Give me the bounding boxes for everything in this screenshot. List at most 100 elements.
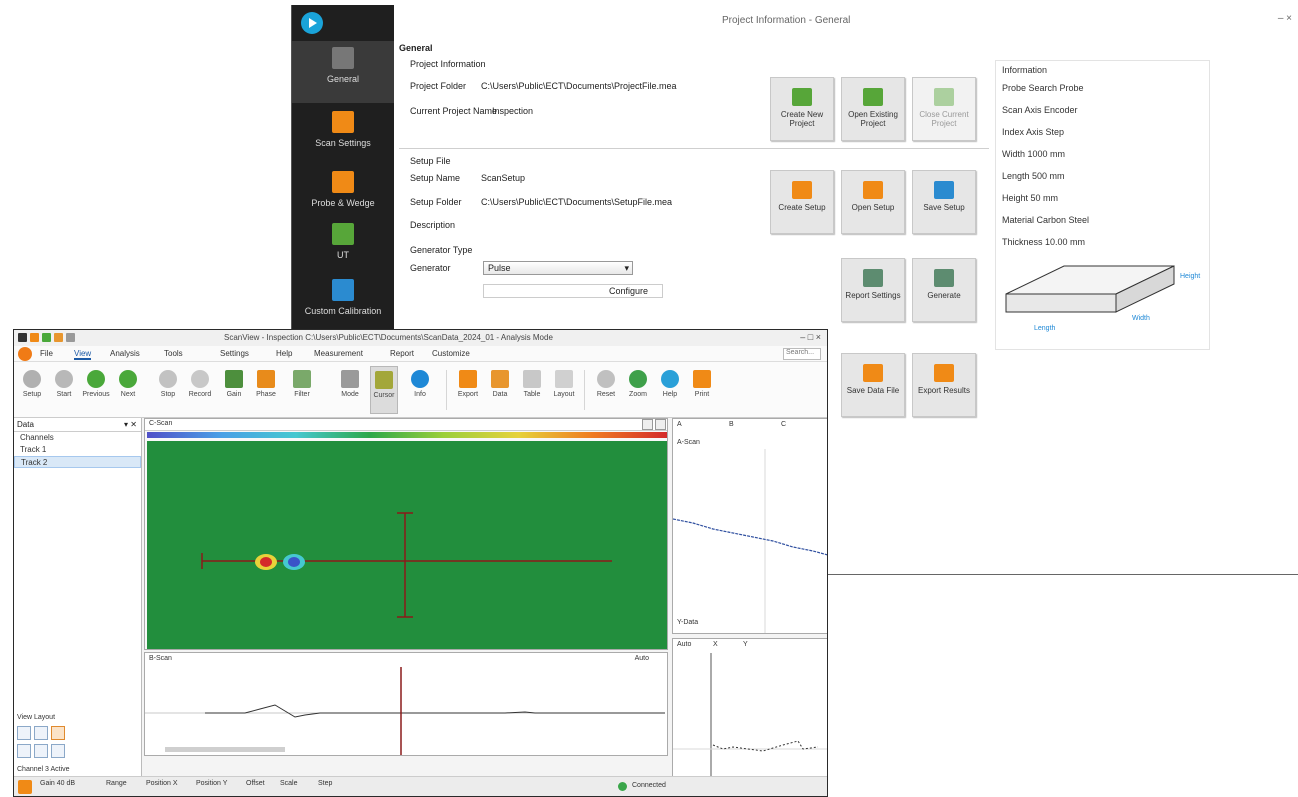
- cscan-view[interactable]: C-Scan: [144, 418, 668, 650]
- open-setup-button[interactable]: Open Setup: [841, 170, 905, 234]
- phase-button[interactable]: Phase: [252, 366, 280, 414]
- tab-settings[interactable]: Settings: [220, 349, 249, 358]
- tab-analysis[interactable]: Analysis: [110, 349, 140, 358]
- export-button[interactable]: Export: [454, 366, 482, 414]
- window-controls[interactable]: – ×: [1278, 13, 1292, 24]
- report-settings-button[interactable]: Report Settings: [841, 258, 905, 322]
- layout-tri-button[interactable]: [34, 744, 48, 758]
- app-menu-button[interactable]: [18, 347, 32, 361]
- close-icon[interactable]: [655, 419, 666, 430]
- tab-report[interactable]: Report: [390, 349, 414, 358]
- undo-icon[interactable]: [66, 333, 75, 342]
- next-button[interactable]: Next: [114, 366, 142, 414]
- project-folder-value: C:\Users\Public\ECT\Documents\ProjectFil…: [481, 81, 677, 91]
- open-project-button[interactable]: Open Existing Project: [841, 77, 905, 141]
- tree-item[interactable]: Track 1: [14, 444, 141, 456]
- phase-icon: [257, 370, 275, 388]
- window-controls[interactable]: – □ ×: [800, 332, 821, 342]
- open-icon[interactable]: [30, 333, 39, 342]
- cscan-image[interactable]: [147, 441, 667, 649]
- tree-item[interactable]: Channels: [14, 432, 141, 444]
- export-results-button[interactable]: Export Results: [912, 353, 976, 417]
- info-row: Scan Axis Encoder: [1002, 105, 1078, 115]
- help-button[interactable]: Help: [656, 366, 684, 414]
- filter-button[interactable]: Filter: [288, 366, 316, 414]
- ascan-tab[interactable]: B: [729, 421, 734, 428]
- close-project-button[interactable]: Close Current Project: [912, 77, 976, 141]
- generator-select[interactable]: Pulse: [483, 261, 633, 275]
- layout-custom-button[interactable]: [51, 744, 65, 758]
- ascan-label: A-Scan: [677, 439, 700, 446]
- bscan-tab[interactable]: B-Scan: [149, 655, 172, 662]
- gain-button[interactable]: Gain: [220, 366, 248, 414]
- stop-button[interactable]: Stop: [154, 366, 182, 414]
- layout-quad-button[interactable]: [17, 744, 31, 758]
- cscan-tab[interactable]: C-Scan: [149, 420, 172, 427]
- data-button[interactable]: Data: [486, 366, 514, 414]
- data-save-icon: [863, 364, 883, 382]
- sidebar-item-ut[interactable]: UT: [292, 217, 394, 279]
- setup-button[interactable]: Setup: [18, 366, 46, 414]
- ascan-ydata-label: Y-Data: [677, 619, 699, 626]
- palette-button[interactable]: [642, 419, 653, 430]
- table-button[interactable]: Table: [518, 366, 546, 414]
- settings-icon[interactable]: [18, 780, 32, 794]
- ribbon-label: Start: [56, 391, 72, 398]
- generator-configure-field[interactable]: Configure: [483, 284, 663, 298]
- save-setup-button[interactable]: Save Setup: [912, 170, 976, 234]
- ribbon-label: Record: [188, 391, 212, 398]
- layout-grid-button[interactable]: [51, 726, 65, 740]
- ascan-tab[interactable]: C: [781, 421, 786, 428]
- print-button[interactable]: Print: [688, 366, 716, 414]
- tree-header-controls[interactable]: ▾ ✕: [124, 420, 137, 429]
- tab-customize[interactable]: Customize: [432, 349, 470, 358]
- tab-measurement[interactable]: Measurement: [314, 349, 363, 358]
- window-title: ScanView - Inspection C:\Users\Public\EC…: [224, 333, 553, 342]
- reset-button[interactable]: Reset: [592, 366, 620, 414]
- layout-single-button[interactable]: [17, 726, 31, 740]
- create-project-button[interactable]: Create New Project: [770, 77, 834, 141]
- generator-heading: Generator Type: [410, 245, 473, 255]
- ascan-secondary-view[interactable]: Auto X Y: [672, 638, 827, 778]
- channel-status: Channel 3 Active: [17, 766, 70, 773]
- create-setup-button[interactable]: Create Setup: [770, 170, 834, 234]
- tab-file[interactable]: File: [40, 349, 53, 358]
- tree-item-selected[interactable]: Track 2: [14, 456, 141, 468]
- record-button[interactable]: Record: [186, 366, 214, 414]
- ascan-view[interactable]: A B C A-Scan Y-Data: [672, 418, 827, 634]
- cscan-tabbar: C-Scan: [145, 419, 667, 431]
- ascan-tab[interactable]: A: [677, 421, 682, 428]
- layout-button[interactable]: Layout: [550, 366, 578, 414]
- tab-tools[interactable]: Tools: [164, 349, 183, 358]
- tab-view[interactable]: View: [74, 349, 92, 360]
- cursor-button[interactable]: Cursor: [370, 366, 398, 414]
- play-icon: [119, 370, 137, 388]
- ascan2-tab[interactable]: Auto: [677, 641, 691, 648]
- zoom-button[interactable]: Zoom: [624, 366, 652, 414]
- search-input[interactable]: Search...: [783, 348, 821, 360]
- save-data-button[interactable]: Save Data File: [841, 353, 905, 417]
- ascan2-tab[interactable]: Y: [743, 641, 748, 648]
- rewind-icon: [87, 370, 105, 388]
- sidebar-item-scan-settings[interactable]: Scan Settings: [292, 105, 394, 167]
- tab-help[interactable]: Help: [276, 349, 292, 358]
- bscan-view[interactable]: B-Scan Auto: [144, 652, 668, 756]
- data-icon: [491, 370, 509, 388]
- gear-icon: [23, 370, 41, 388]
- previous-button[interactable]: Previous: [82, 366, 110, 414]
- bscan-auto-label[interactable]: Auto: [635, 655, 649, 662]
- ascan2-tab[interactable]: X: [713, 641, 718, 648]
- sidebar-item-calibration[interactable]: Custom Calibration: [292, 273, 394, 335]
- sidebar-item-general[interactable]: General: [292, 41, 394, 103]
- ribbon-label: Mode: [341, 391, 359, 398]
- start-button[interactable]: Start: [50, 366, 78, 414]
- status-bar: Gain 40 dB Range Position X Position Y O…: [14, 776, 827, 796]
- setup-open-icon: [863, 181, 883, 199]
- mode-button[interactable]: Mode: [336, 366, 364, 414]
- layout-split-button[interactable]: [34, 726, 48, 740]
- folder-icon[interactable]: [54, 333, 63, 342]
- ribbon-label: Cursor: [373, 392, 395, 399]
- save-icon[interactable]: [42, 333, 51, 342]
- generate-report-button[interactable]: Generate: [912, 258, 976, 322]
- info-button[interactable]: Info: [406, 366, 434, 414]
